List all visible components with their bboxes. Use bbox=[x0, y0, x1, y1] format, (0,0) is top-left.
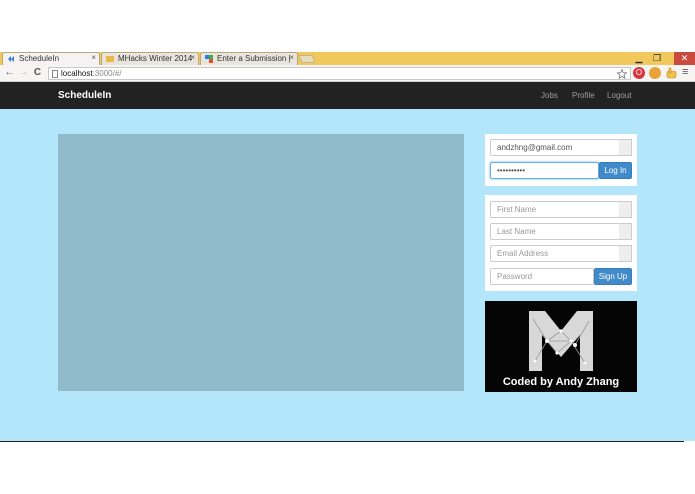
url-path: :3000/#/ bbox=[92, 69, 122, 78]
extension-icon[interactable] bbox=[649, 67, 661, 79]
page-divider bbox=[0, 441, 684, 442]
url-host: localhost bbox=[61, 69, 93, 78]
tab-close-icon[interactable]: × bbox=[190, 53, 195, 62]
page-icon bbox=[52, 70, 58, 78]
logo-caption: Coded by Andy Zhang bbox=[502, 376, 620, 388]
tab-label: Enter a Submission | bbox=[217, 54, 291, 63]
schedulein-favicon-icon bbox=[8, 56, 14, 62]
opera-extension-icon[interactable]: O bbox=[633, 67, 645, 79]
login-email-field[interactable]: andzhng@gmail.com bbox=[490, 139, 620, 156]
login-email-addon bbox=[619, 139, 632, 156]
hand-extension-icon[interactable] bbox=[666, 67, 677, 79]
login-button[interactable]: Log In bbox=[599, 162, 632, 179]
address-bar[interactable]: localhost:3000/#/ bbox=[48, 67, 631, 80]
submission-favicon-icon bbox=[205, 55, 213, 63]
brand-logo[interactable]: ScheduleIn bbox=[58, 90, 111, 101]
last-name-addon bbox=[619, 223, 632, 240]
back-icon[interactable]: ← bbox=[3, 66, 16, 80]
login-password-field[interactable]: •••••••••• bbox=[490, 162, 599, 179]
signup-email-field[interactable]: Email Address bbox=[490, 245, 620, 262]
nav-jobs-link[interactable]: Jobs bbox=[541, 91, 558, 100]
nav-logout-link[interactable]: Logout bbox=[607, 91, 631, 100]
last-name-field[interactable]: Last Name bbox=[490, 223, 620, 240]
tab-mhacks[interactable]: MHacks Winter 2014 × bbox=[101, 52, 199, 65]
menu-icon[interactable]: ≡ bbox=[682, 66, 688, 78]
minimize-icon[interactable]: ▁ bbox=[630, 52, 648, 64]
tab-close-icon[interactable]: × bbox=[289, 53, 294, 62]
browser-window: ScheduleIn × MHacks Winter 2014 × Enter … bbox=[0, 0, 695, 494]
maximize-icon[interactable]: ❐ bbox=[648, 52, 666, 64]
nav-profile-link[interactable]: Profile bbox=[572, 91, 595, 100]
window-close-icon[interactable]: ✕ bbox=[674, 52, 695, 65]
tab-schedulein[interactable]: ScheduleIn × bbox=[2, 52, 100, 65]
media-placeholder bbox=[58, 134, 464, 391]
bookmark-star-icon[interactable] bbox=[617, 69, 627, 79]
new-tab-button[interactable] bbox=[298, 55, 316, 63]
mhacks-favicon-icon bbox=[106, 56, 114, 62]
tab-label: MHacks Winter 2014 bbox=[118, 54, 193, 63]
signup-email-addon bbox=[619, 245, 632, 262]
tab-submission[interactable]: Enter a Submission | × bbox=[200, 52, 298, 65]
tab-close-icon[interactable]: × bbox=[91, 53, 96, 62]
forward-icon[interactable]: → bbox=[17, 66, 30, 80]
tab-label: ScheduleIn bbox=[19, 54, 60, 63]
signup-password-field[interactable]: Password bbox=[490, 268, 594, 285]
first-name-addon bbox=[619, 201, 632, 218]
first-name-field[interactable]: First Name bbox=[490, 201, 620, 218]
signup-button[interactable]: Sign Up bbox=[594, 268, 632, 285]
reload-icon[interactable]: C bbox=[31, 66, 44, 80]
